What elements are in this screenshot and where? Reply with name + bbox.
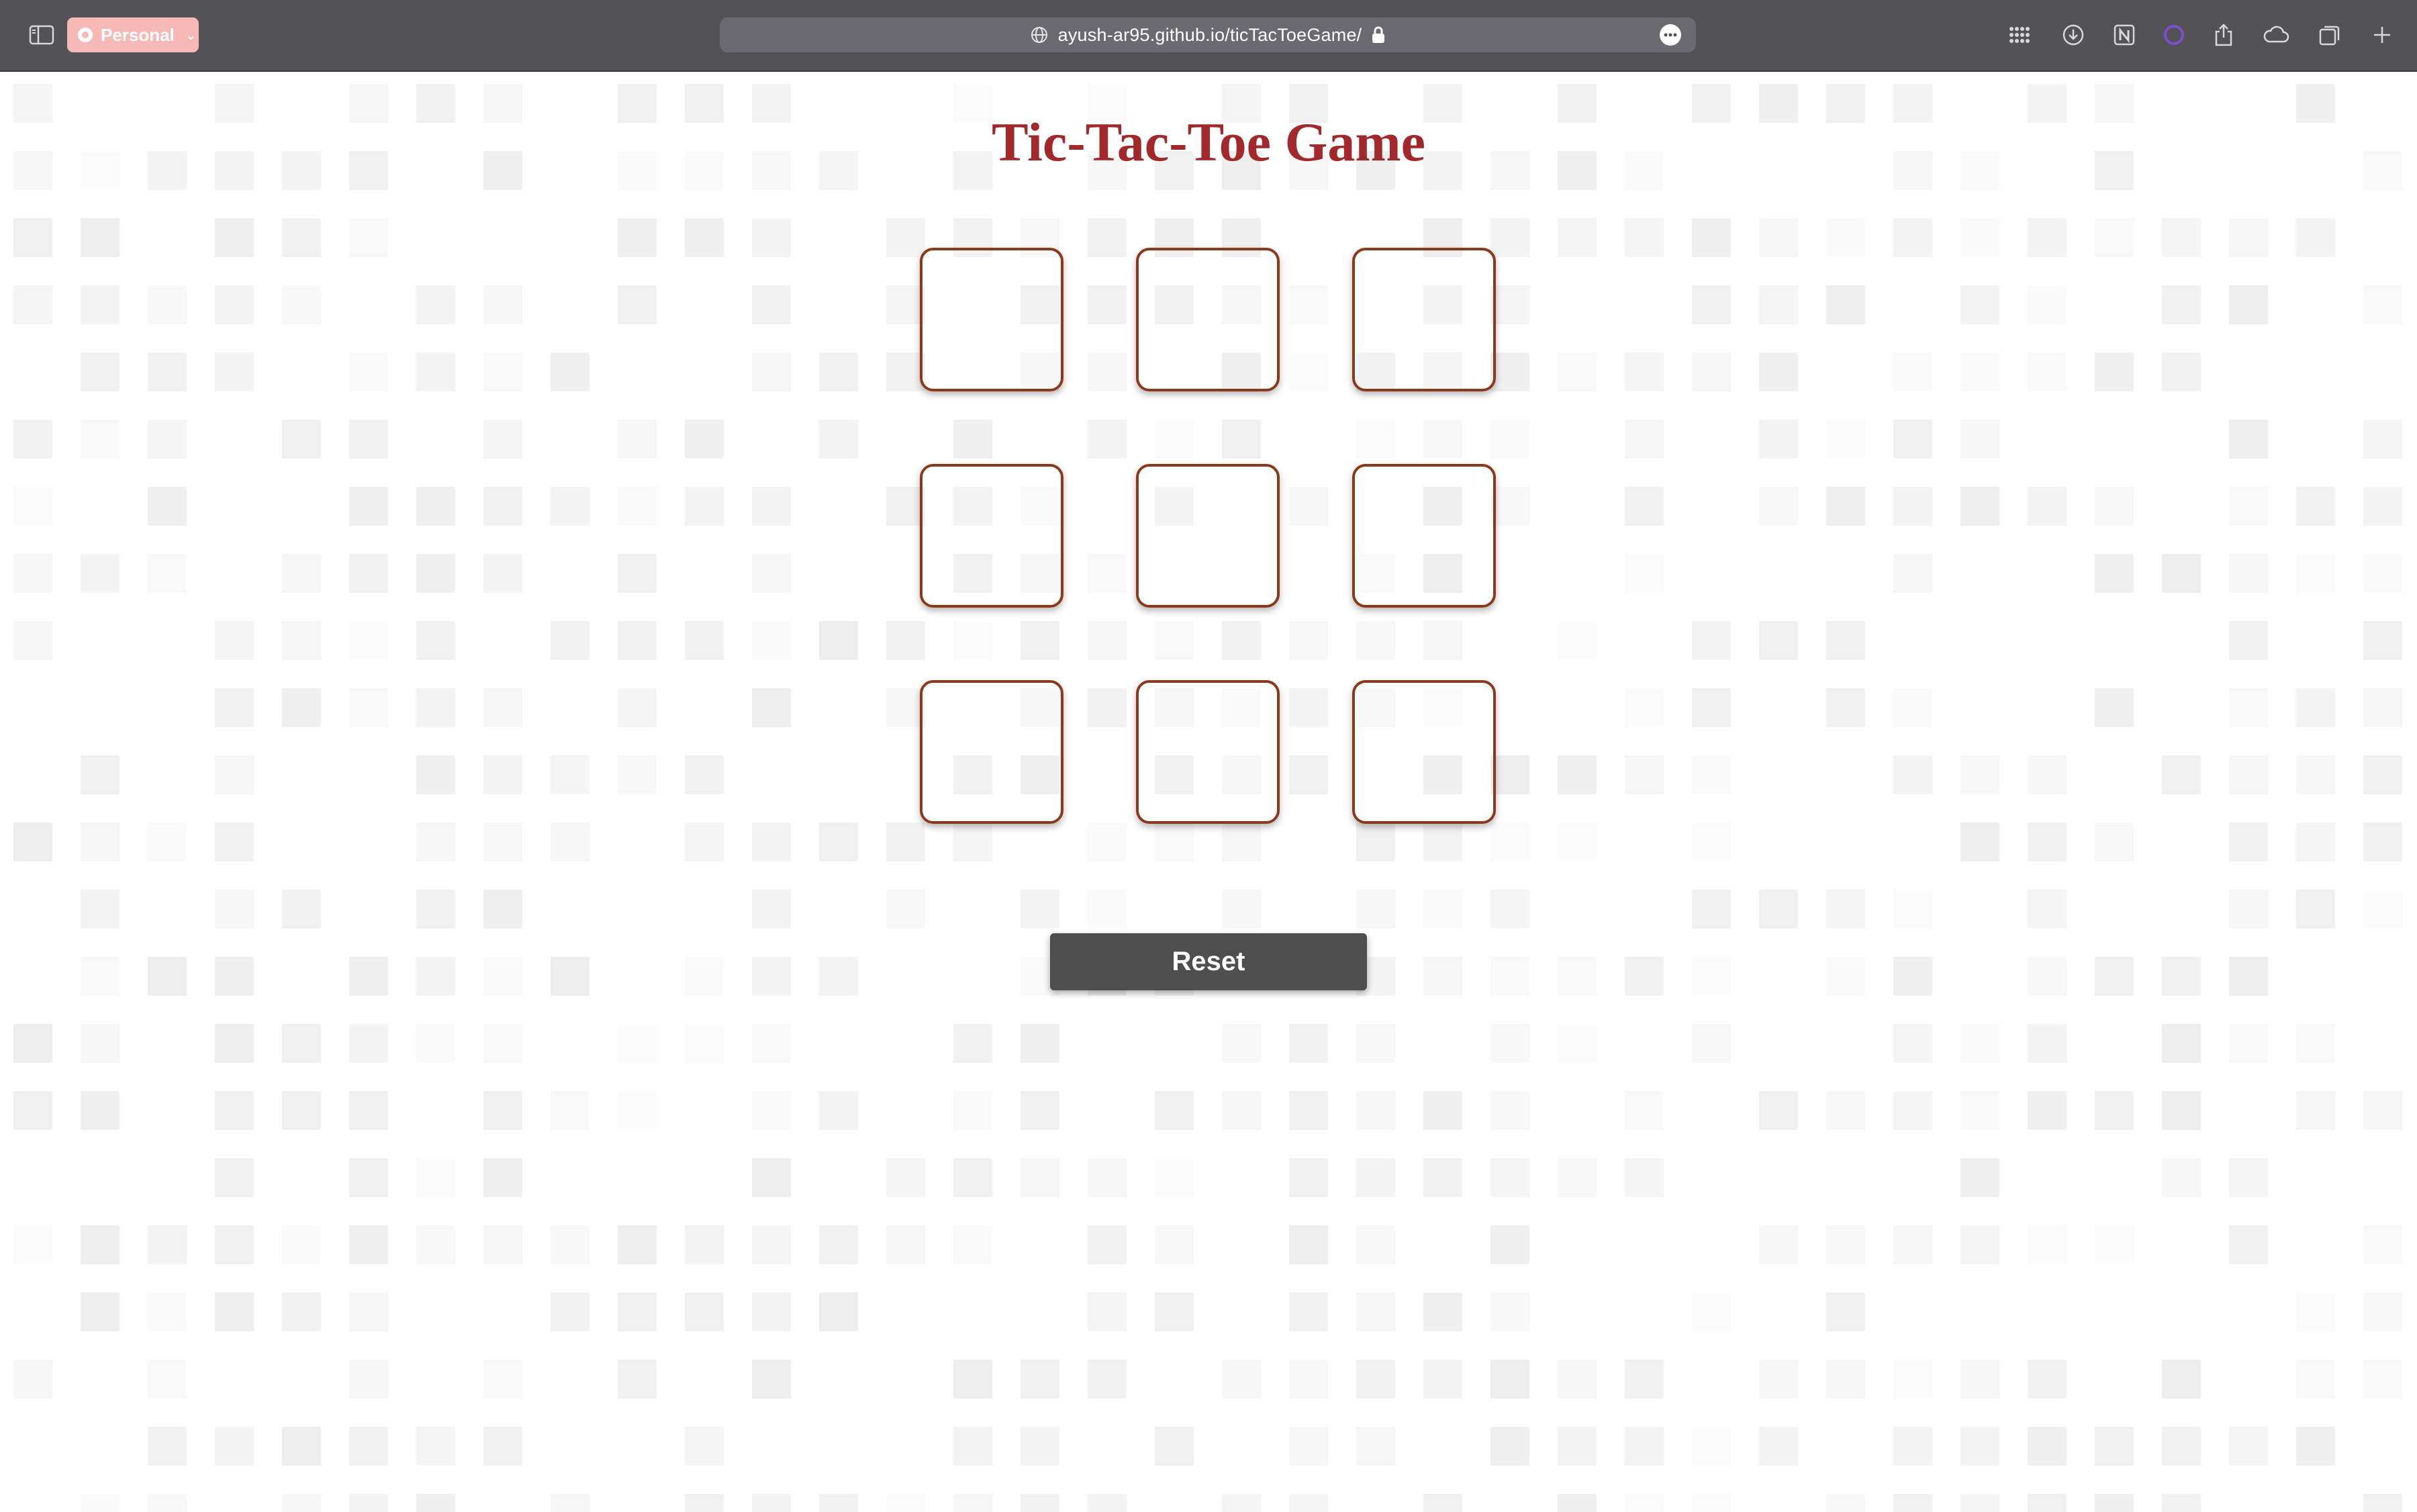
page-title: Tic-Tac-Toe Game (991, 111, 1426, 173)
browser-toolbar: Personal ⌄ ayush-ar95.github.io/ticTacTo… (0, 0, 2417, 72)
board-cell-2[interactable] (1136, 248, 1280, 391)
board-cell-7[interactable] (920, 680, 1063, 824)
board-cell-6[interactable] (1352, 464, 1496, 608)
board-cell-8[interactable] (1136, 680, 1280, 824)
game-board (920, 248, 1497, 825)
board-cell-1[interactable] (920, 248, 1063, 391)
url-text: ayush-ar95.github.io/ticTacToeGame/ (1057, 24, 1362, 45)
more-options-icon[interactable] (1660, 24, 1681, 46)
profile-button[interactable]: Personal ⌄ (67, 17, 199, 52)
board-cell-9[interactable] (1352, 680, 1496, 824)
download-icon[interactable] (2060, 23, 2087, 47)
lock-icon (1372, 26, 1385, 43)
new-tab-icon[interactable] (2369, 23, 2396, 47)
board-cell-3[interactable] (1352, 248, 1496, 391)
address-bar[interactable]: ayush-ar95.github.io/ticTacToeGame/ (720, 17, 1696, 52)
board-cell-4[interactable] (920, 464, 1063, 608)
reset-button[interactable]: Reset (1050, 933, 1367, 990)
game-page: Tic-Tac-Toe Game Reset (0, 72, 2417, 1512)
grid-icon[interactable] (2006, 23, 2033, 47)
tabs-overview-icon[interactable] (2316, 23, 2343, 47)
sidebar-icon[interactable] (28, 23, 55, 47)
profile-label: Personal (101, 24, 175, 45)
globe-icon (1031, 27, 1047, 43)
notion-icon[interactable] (2111, 23, 2138, 47)
board-cell-5[interactable] (1136, 464, 1280, 608)
globe-person-icon (78, 28, 93, 42)
circle-extension-icon[interactable] (2161, 23, 2187, 47)
share-icon[interactable] (2210, 23, 2237, 47)
chevron-down-icon: ⌄ (185, 28, 197, 43)
cloud-icon[interactable] (2263, 23, 2289, 47)
